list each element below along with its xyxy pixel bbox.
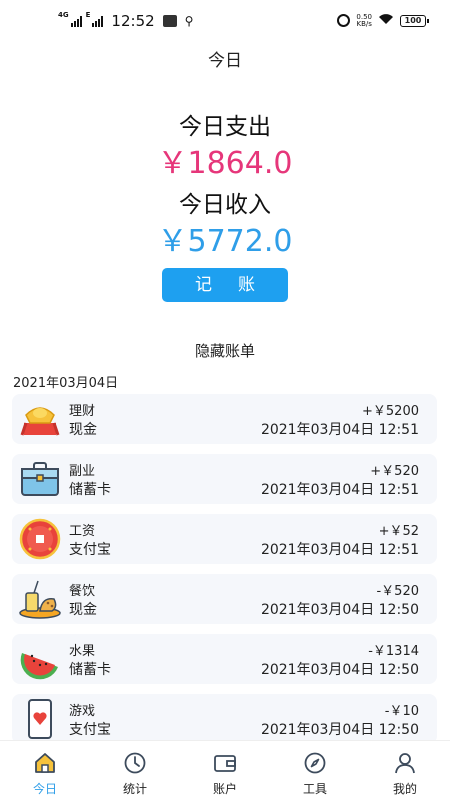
transaction-category: 工资 (69, 524, 96, 539)
transaction-amount: +￥52 (378, 524, 419, 539)
nav-tools[interactable]: 工具 (270, 741, 360, 800)
transaction-category: 理财 (69, 404, 96, 419)
transaction-item[interactable]: 工资 支付宝 +￥52 2021年03月04日 12:51 (12, 514, 437, 564)
transaction-category: 游戏 (69, 704, 96, 719)
transaction-time: 2021年03月04日 12:51 (260, 542, 419, 558)
transaction-account: 储蓄卡 (69, 662, 111, 678)
record-button[interactable]: 记账 (162, 268, 288, 302)
nav-accounts[interactable]: 账户 (180, 741, 270, 800)
transaction-account: 支付宝 (69, 542, 111, 558)
watermelon-icon (20, 653, 58, 680)
compass-icon (304, 752, 326, 774)
daily-summary: 今日支出 ￥1864.0 今日收入 ￥5772.0 (0, 110, 450, 262)
alarm-icon (337, 14, 351, 27)
transaction-account: 储蓄卡 (69, 482, 111, 498)
income-label: 今日收入 (179, 192, 271, 218)
signal-icon (70, 15, 82, 27)
net-speed-unit: KB/s (356, 19, 372, 28)
transaction-amount: -￥10 (384, 704, 419, 719)
transaction-amount: -￥520 (376, 584, 419, 599)
date-header: 2021年03月04日 (13, 376, 119, 391)
clock-icon (124, 752, 146, 774)
nav-stats[interactable]: 统计 (90, 741, 180, 800)
transaction-account: 现金 (69, 422, 97, 438)
playing-card-icon (28, 699, 52, 739)
usb-icon: ⚲ (184, 14, 194, 28)
nav-me[interactable]: 我的 (360, 741, 450, 800)
expense-amount: ￥1864.0 (157, 146, 293, 181)
transaction-item[interactable]: 游戏 支付宝 -￥10 2021年03月04日 12:50 (12, 694, 437, 744)
status-left: 4G E 12:52 ⚲ (58, 11, 194, 30)
transaction-amount: +￥520 (370, 464, 419, 479)
status-right: 0.50 KB/s 100 (337, 12, 429, 29)
nav-label: 我的 (392, 782, 417, 796)
transaction-account: 支付宝 (69, 722, 111, 738)
income-amount: ￥5772.0 (157, 224, 293, 259)
transaction-item[interactable]: 理财 现金 +￥5200 2021年03月04日 12:51 (12, 394, 437, 444)
transaction-time: 2021年03月04日 12:50 (260, 662, 419, 678)
app-notification-icon (162, 15, 177, 27)
page-title: 今日 (208, 51, 242, 71)
status-bar: 4G E 12:52 ⚲ 0.50 KB/s 100 (0, 0, 450, 40)
transaction-time: 2021年03月04日 12:51 (260, 422, 419, 438)
network-type-2: E (85, 11, 91, 19)
nav-label: 今日 (32, 782, 57, 796)
home-icon (35, 753, 55, 773)
toolbox-icon (21, 462, 59, 496)
nav-today[interactable]: 今日 (0, 741, 90, 800)
transaction-time: 2021年03月04日 12:51 (260, 482, 419, 498)
hidden-bills-link[interactable]: 隐藏账单 (0, 340, 450, 361)
user-icon (395, 753, 415, 774)
transaction-category: 副业 (69, 464, 96, 479)
transaction-time: 2021年03月04日 12:50 (260, 602, 419, 618)
expense-label: 今日支出 (179, 114, 271, 140)
transaction-category: 餐饮 (69, 584, 96, 599)
transaction-category: 水果 (69, 644, 96, 659)
transaction-item[interactable]: 副业 储蓄卡 +￥520 2021年03月04日 12:51 (12, 454, 437, 504)
nav-label: 统计 (122, 782, 147, 796)
gold-ingot-icon (20, 407, 60, 436)
transaction-amount: +￥5200 (362, 404, 419, 419)
battery-icon: 100 (400, 14, 429, 27)
nav-label: 工具 (302, 782, 327, 796)
nav-label: 账户 (212, 782, 237, 796)
wifi-icon (378, 12, 394, 29)
food-icon (19, 580, 61, 619)
wallet-icon (214, 755, 236, 772)
signal-icon-2 (92, 15, 104, 27)
network-type-1: 4G (58, 11, 69, 19)
transaction-item[interactable]: 水果 储蓄卡 -￥1314 2021年03月04日 12:50 (12, 634, 437, 684)
red-coin-icon (19, 518, 61, 560)
transaction-item[interactable]: 餐饮 现金 -￥520 2021年03月04日 12:50 (12, 574, 437, 624)
bottom-nav: 今日 统计 账户 工具 我的 (0, 740, 450, 800)
transaction-amount: -￥1314 (368, 644, 419, 659)
transaction-time: 2021年03月04日 12:50 (260, 722, 419, 738)
transaction-account: 现金 (69, 602, 97, 618)
net-speed: 0.50 KB/s (356, 13, 372, 28)
status-time: 12:52 (111, 12, 155, 30)
